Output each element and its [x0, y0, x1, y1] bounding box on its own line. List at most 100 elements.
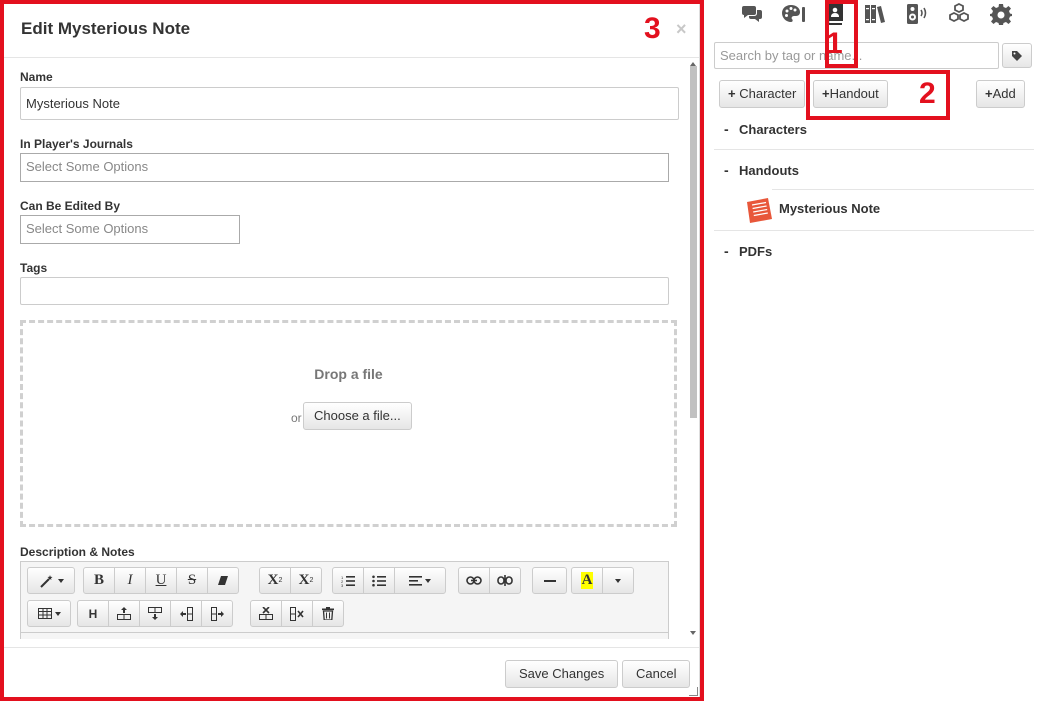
- resize-handle-icon[interactable]: [689, 687, 698, 696]
- insert-row-above-icon[interactable]: [108, 600, 140, 627]
- horizontal-rule-icon[interactable]: [532, 567, 567, 594]
- link-icon[interactable]: [458, 567, 490, 594]
- bold-glyph: B: [93, 572, 104, 588]
- compendium-icon[interactable]: [862, 2, 888, 26]
- file-dropzone[interactable]: Drop a file or Choose a file...: [20, 320, 677, 527]
- tags-label: Tags: [20, 261, 48, 275]
- annotation-label-3: 3: [644, 12, 661, 45]
- toolbar-group-hr: [532, 567, 567, 594]
- scroll-thumb[interactable]: [690, 66, 697, 418]
- superscript-button[interactable]: X2: [259, 567, 291, 594]
- subscript-button[interactable]: X2: [290, 567, 322, 594]
- collections-icon[interactable]: [946, 2, 972, 26]
- close-icon[interactable]: ×: [676, 19, 687, 40]
- name-input[interactable]: [20, 87, 679, 120]
- highlight-color-button[interactable]: A: [571, 567, 603, 594]
- journal-icon[interactable]: [822, 2, 848, 26]
- settings-icon[interactable]: [988, 2, 1014, 26]
- table-icon[interactable]: [27, 600, 71, 627]
- strikethrough-button[interactable]: S: [176, 567, 208, 594]
- journal-item-label: Mysterious Note: [779, 201, 881, 216]
- eraser-icon[interactable]: [207, 567, 239, 594]
- bold-button[interactable]: B: [83, 567, 115, 594]
- strike-glyph: S: [187, 572, 197, 588]
- add-character-button[interactable]: + Character: [719, 80, 806, 108]
- toolbar-group-table: [27, 600, 71, 627]
- annotation-label-2: 2: [919, 77, 936, 110]
- delete-table-icon[interactable]: [312, 600, 344, 627]
- magic-wand-icon[interactable]: [27, 567, 75, 594]
- plus-icon: +: [728, 86, 736, 101]
- add-folder-button[interactable]: +Add: [976, 80, 1025, 108]
- underline-glyph: U: [155, 572, 167, 588]
- unordered-list-icon[interactable]: [363, 567, 395, 594]
- superscript-glyph: X: [267, 572, 279, 588]
- highlight-glyph: A: [580, 572, 594, 589]
- toolbar-group-color: A: [571, 567, 634, 594]
- drop-title: Drop a file: [314, 366, 383, 382]
- toolbar-group-link: [458, 567, 521, 594]
- journals-select[interactable]: Select Some Options: [20, 153, 669, 182]
- italic-button[interactable]: I: [114, 567, 146, 594]
- ordered-list-icon[interactable]: 123: [332, 567, 364, 594]
- delete-row-icon[interactable]: [250, 600, 282, 627]
- plus-icon: +: [985, 86, 993, 101]
- edit-handout-dialog: Edit Mysterious Note × Name In Player's …: [0, 0, 700, 697]
- dialog-scrollbar[interactable]: [689, 62, 698, 638]
- drop-or-text: or: [291, 411, 302, 425]
- item-divider: [772, 189, 1034, 190]
- choose-file-button[interactable]: Choose a file...: [303, 402, 412, 430]
- color-dropdown-button[interactable]: [602, 567, 634, 594]
- subscript-glyph: X: [298, 572, 310, 588]
- dialog-footer: Save Changes Cancel: [0, 647, 699, 697]
- toolbar-group-table-edit: H: [77, 600, 233, 627]
- align-icon[interactable]: [394, 567, 446, 594]
- tag-filter-icon[interactable]: [1002, 43, 1032, 68]
- table-header-button[interactable]: H: [77, 600, 109, 627]
- italic-glyph: I: [127, 572, 133, 588]
- collapse-characters-toggle[interactable]: -: [724, 121, 729, 137]
- tags-input[interactable]: [20, 277, 669, 305]
- insert-row-below-icon[interactable]: [139, 600, 171, 627]
- unlink-icon[interactable]: [489, 567, 521, 594]
- toolbar-group-paragraph: 123: [332, 567, 446, 594]
- chat-icon[interactable]: [739, 2, 765, 26]
- rich-text-editor: B I U S X2 X2 123 A H: [20, 561, 669, 639]
- journal-item-mysterious-note[interactable]: Mysterious Note: [744, 195, 1034, 225]
- add-handout-button[interactable]: +Handout: [813, 80, 888, 108]
- dialog-title: Edit Mysterious Note: [21, 19, 191, 38]
- underline-button[interactable]: U: [145, 567, 177, 594]
- add-character-label: Character: [739, 86, 797, 101]
- save-changes-button[interactable]: Save Changes: [505, 660, 619, 688]
- insert-col-left-icon[interactable]: [170, 600, 202, 627]
- insert-col-right-icon[interactable]: [201, 600, 233, 627]
- plus-icon: +: [822, 86, 830, 101]
- folder-handouts[interactable]: Handouts: [739, 163, 799, 178]
- editor-content-divider: [21, 632, 668, 633]
- edited-by-select[interactable]: Select Some Options: [20, 215, 240, 244]
- handout-icon: [747, 198, 772, 223]
- delete-col-icon[interactable]: [281, 600, 313, 627]
- header-glyph: H: [88, 606, 98, 621]
- collapse-pdfs-toggle[interactable]: -: [724, 243, 729, 259]
- edited-by-label: Can Be Edited By: [20, 199, 121, 213]
- folder-divider: [714, 149, 1034, 150]
- journal-sidebar: Search by tag or name... + Character +Ha…: [704, 0, 1041, 701]
- dialog-body: Name In Player's Journals Select Some Op…: [0, 59, 688, 639]
- folder-pdfs[interactable]: PDFs: [739, 244, 772, 259]
- toolbar-group-script: X2 X2: [259, 567, 322, 594]
- toolbar-group-style: [27, 567, 75, 594]
- journal-search-input[interactable]: Search by tag or name...: [714, 42, 999, 69]
- cancel-button[interactable]: Cancel: [622, 660, 691, 688]
- description-label: Description & Notes: [20, 545, 135, 559]
- art-library-icon[interactable]: [781, 2, 807, 26]
- collapse-handouts-toggle[interactable]: -: [724, 162, 729, 178]
- svg-text:3: 3: [341, 583, 344, 587]
- scroll-down-icon[interactable]: [690, 631, 696, 635]
- folder-characters[interactable]: Characters: [739, 122, 807, 137]
- jukebox-icon[interactable]: [904, 2, 930, 26]
- toolbar-group-table-delete: [250, 600, 344, 627]
- name-label: Name: [20, 70, 53, 84]
- journals-label: In Player's Journals: [20, 137, 133, 151]
- dialog-header: Edit Mysterious Note ×: [0, 0, 699, 58]
